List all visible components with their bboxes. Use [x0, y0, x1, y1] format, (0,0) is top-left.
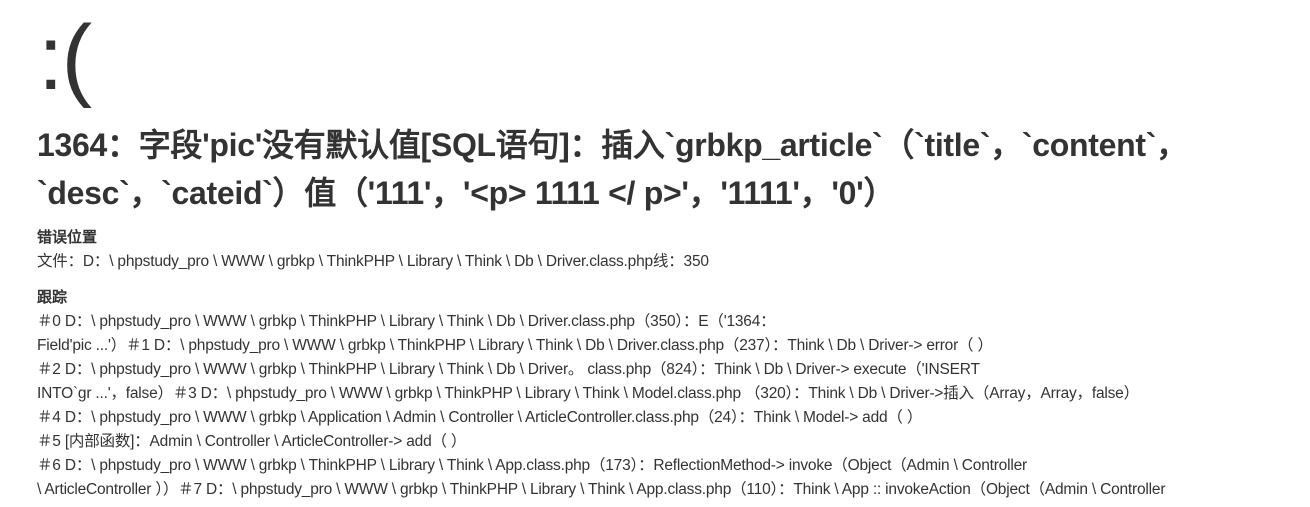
trace-line: ＃5 [内部函数]：Admin \ Controller \ ArticleCo… [37, 433, 467, 450]
trace-line: ＃2 D：\ phpstudy_pro \ WWW \ grbkp \ Thin… [37, 361, 980, 378]
trace-title: 跟踪 [37, 289, 68, 306]
error-message-line: 1364：字段'pic'没有默认值[SQL语句]：插入`grbkp_articl… [37, 127, 1188, 163]
error-message-line: `desc`，`cateid`）值（'111'，'<p> 1111 </ p>'… [37, 175, 896, 211]
trace-line: Field'pic ...'）＃1 D：\ phpstudy_pro \ WWW… [37, 337, 993, 354]
trace-line: ＃4 D：\ phpstudy_pro \ WWW \ grbkp \ Appl… [37, 409, 923, 426]
location-content: 文件：D：\ phpstudy_pro \ WWW \ grbkp \ Thin… [37, 253, 709, 270]
trace-line: ＃6 D：\ phpstudy_pro \ WWW \ grbkp \ Thin… [37, 457, 1027, 474]
trace-line: ＃0 D：\ phpstudy_pro \ WWW \ grbkp \ Thin… [37, 313, 776, 330]
error-message: 1364：字段'pic'没有默认值[SQL语句]：插入`grbkp_articl… [37, 121, 1297, 217]
trace-line: \ ArticleController ））＃7 D：\ phpstudy_pr… [37, 481, 1166, 498]
location-title: 错误位置 [37, 229, 98, 246]
trace-line: INTO`gr ...'，false）＃3 D：\ phpstudy_pro \… [37, 385, 1139, 402]
sad-face-emoticon: :( [38, 7, 92, 109]
